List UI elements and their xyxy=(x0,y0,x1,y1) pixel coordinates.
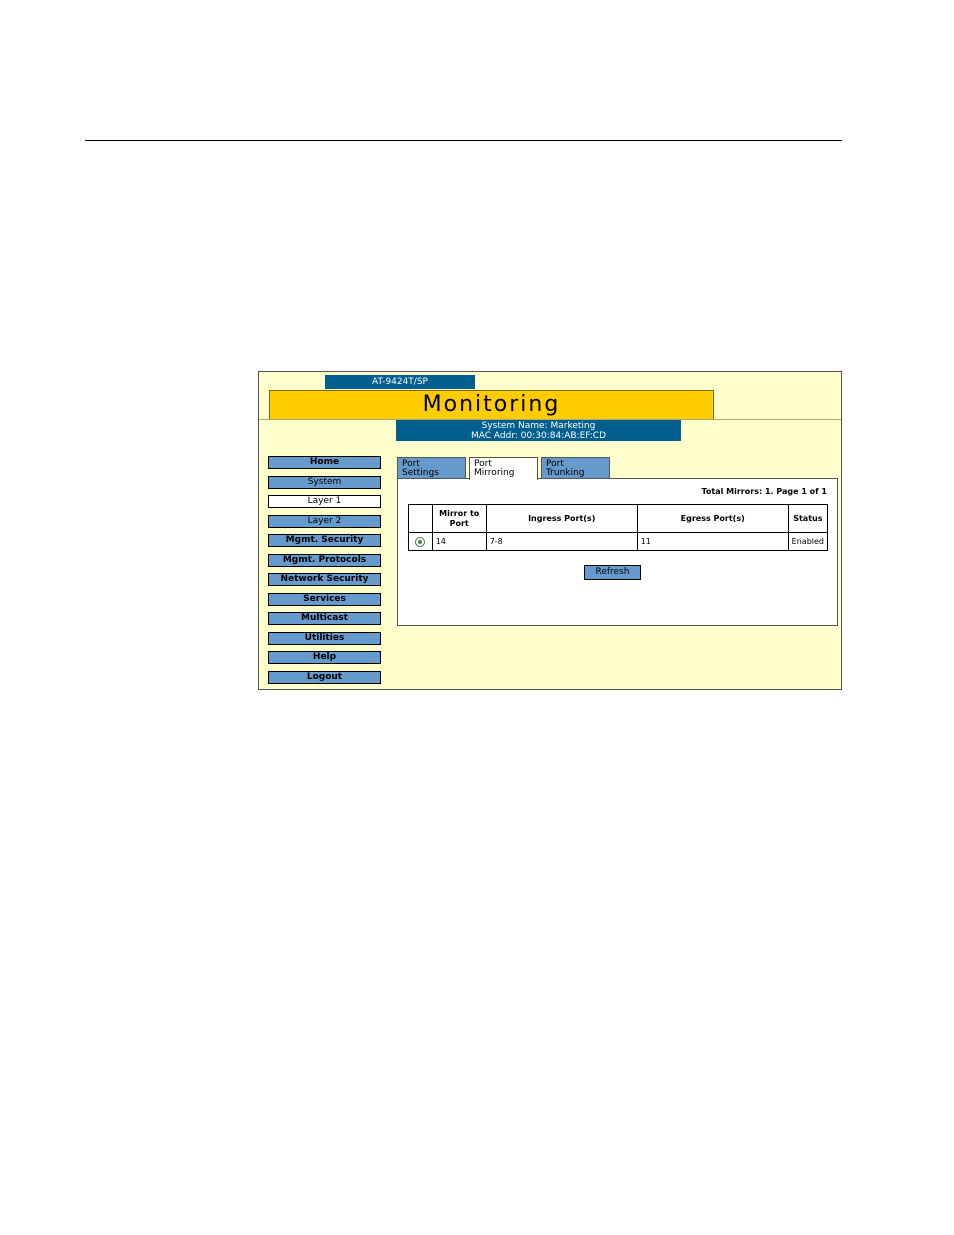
status-cell: Enabled xyxy=(787,532,829,551)
total-mirrors: Total Mirrors: 1. Page 1 of 1 xyxy=(701,487,827,496)
system-name: System Name: Marketing xyxy=(481,421,596,431)
model-label: AT-9424T/SP xyxy=(325,375,475,389)
nav-mgmt-protocols[interactable]: Mgmt. Protocols xyxy=(268,553,381,567)
mirror-port-cell: 14 xyxy=(431,532,487,551)
egress-ports-cell: 11 xyxy=(636,532,789,551)
page-rule xyxy=(85,140,842,141)
port-mirroring-panel: Total Mirrors: 1. Page 1 of 1 Mirror to … xyxy=(397,478,838,626)
web-interface-screenshot: AT-9424T/SP Monitoring System Name: Mark… xyxy=(258,371,842,690)
mirror-table: Mirror to Port Ingress Port(s) Egress Po… xyxy=(408,504,829,551)
nav-multicast[interactable]: Multicast xyxy=(268,612,381,625)
tab-port-trunking[interactable]: Port Trunking xyxy=(541,457,610,479)
mac-address: MAC Addr: 00:30:84:AB:EF:CD xyxy=(471,431,606,441)
egress-column-header: Egress Port(s) xyxy=(636,504,789,533)
refresh-button[interactable]: Refresh xyxy=(584,565,641,580)
tab-port-settings[interactable]: Port Settings xyxy=(397,457,466,479)
nav-network-security[interactable]: Network Security xyxy=(268,573,381,586)
select-column-header xyxy=(408,504,433,533)
ingress-column-header: Ingress Port(s) xyxy=(485,504,638,533)
status-column-header: Status xyxy=(787,504,829,533)
nav-layer-2[interactable]: Layer 2 xyxy=(268,514,381,528)
nav-system[interactable]: System xyxy=(268,475,381,489)
mirror-column-header: Mirror to Port xyxy=(431,504,487,533)
nav-home[interactable]: Home xyxy=(268,456,381,469)
row-select-cell xyxy=(408,532,433,551)
table-header-row: Mirror to Port Ingress Port(s) Egress Po… xyxy=(408,504,829,533)
nav-services[interactable]: Services xyxy=(268,592,381,606)
system-info: System Name: Marketing MAC Addr: 00:30:8… xyxy=(396,420,681,441)
nav-help[interactable]: Help xyxy=(268,651,381,664)
row-select-radio[interactable] xyxy=(415,536,426,547)
nav-utilities[interactable]: Utilities xyxy=(268,631,381,645)
nav-logout[interactable]: Logout xyxy=(268,670,381,684)
nav-mgmt-security[interactable]: Mgmt. Security xyxy=(268,534,381,547)
nav-layer-1[interactable]: Layer 1 xyxy=(268,495,381,508)
tab-port-mirroring[interactable]: Port Mirroring xyxy=(469,457,538,480)
ingress-ports-cell: 7-8 xyxy=(485,532,638,551)
page-title: Monitoring xyxy=(269,390,714,420)
table-row: 14 7-8 11 Enabled xyxy=(408,532,829,551)
sidebar-nav: Home System Layer 1 Layer 2 Mgmt. Securi… xyxy=(268,456,382,690)
